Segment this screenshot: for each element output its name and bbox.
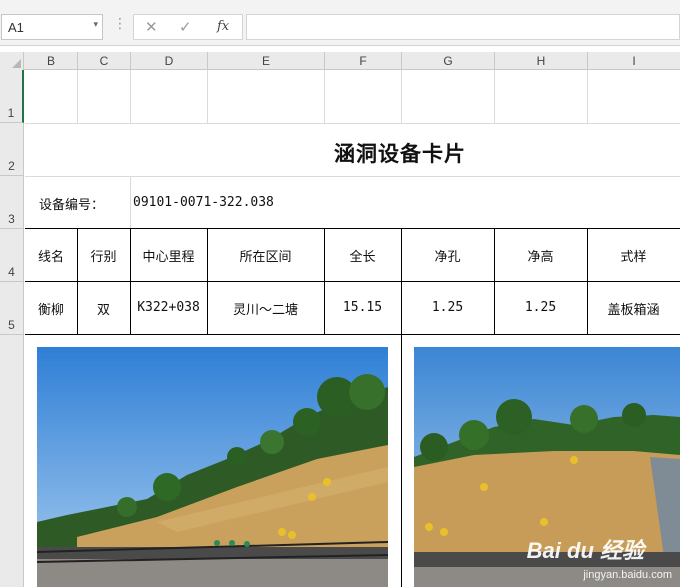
row-header-5[interactable]: 5 xyxy=(0,282,24,335)
column-header-e[interactable]: E xyxy=(208,52,325,70)
culvert-photo-2[interactable]: Bai du 经验 jingyan.baidu.com xyxy=(414,347,680,587)
gridline xyxy=(401,70,402,123)
column-header-row: B C D E F G H I xyxy=(0,52,680,70)
table-value-cell: 灵川～二塘 xyxy=(232,303,298,318)
row-header-6[interactable] xyxy=(0,335,24,587)
table-header-cell: 式样 xyxy=(620,250,647,265)
row-header-2[interactable]: 2 xyxy=(0,123,24,176)
column-header-b[interactable]: B xyxy=(25,52,78,70)
card-title: 涵洞设备卡片 xyxy=(334,142,466,166)
cancel-icon[interactable]: ✕ xyxy=(145,18,158,36)
table-header-cell: 中心里程 xyxy=(142,250,195,265)
gridline xyxy=(587,70,588,123)
culvert-photo-1-image xyxy=(37,347,388,587)
table-header-cell: 线名 xyxy=(37,250,64,265)
table-border xyxy=(494,228,495,334)
formula-buttons: ✕ ✓ fx xyxy=(133,14,243,40)
column-header-f[interactable]: F xyxy=(325,52,402,70)
table-header-cell: 行别 xyxy=(90,250,117,265)
watermark-url: jingyan.baidu.com xyxy=(583,569,672,581)
gridline xyxy=(130,176,131,229)
table-value-cell: 15.15 xyxy=(342,300,383,315)
row-header-3-label: 3 xyxy=(8,212,15,226)
table-value-cell: K322+038 xyxy=(137,300,200,315)
row-header-4-label: 4 xyxy=(8,265,15,279)
formula-input[interactable] xyxy=(246,14,680,40)
table-header-cell: 净高 xyxy=(527,250,554,265)
device-number-label: 设备编号： xyxy=(39,198,105,213)
row-header-1[interactable]: 1 xyxy=(0,70,24,123)
table-border xyxy=(77,228,78,334)
table-border-top xyxy=(25,228,680,229)
name-box[interactable]: A1 ▾ xyxy=(1,14,103,40)
gridline xyxy=(207,70,208,123)
table-border xyxy=(401,228,402,334)
more-vertical-icon[interactable]: ⋮ xyxy=(113,17,127,31)
column-header-i[interactable]: I xyxy=(588,52,680,70)
culvert-photo-1[interactable] xyxy=(37,347,388,587)
column-header-c[interactable]: C xyxy=(78,52,131,70)
select-all-button[interactable] xyxy=(0,52,24,70)
enter-icon[interactable]: ✓ xyxy=(179,18,192,36)
insert-function-icon[interactable]: fx xyxy=(217,19,229,34)
table-border xyxy=(587,228,588,334)
chevron-down-icon[interactable]: ▾ xyxy=(93,20,98,30)
row-header-3[interactable]: 3 xyxy=(0,176,24,229)
watermark-logo: Bai du 经验 xyxy=(526,538,644,563)
gridline xyxy=(494,70,495,123)
row-header-4[interactable]: 4 xyxy=(0,229,24,282)
gridline xyxy=(25,176,680,177)
formula-bar: A1 ▾ ⋮ ✕ ✓ fx xyxy=(0,0,680,46)
table-border xyxy=(324,228,325,334)
sheet-grid[interactable]: 涵洞设备卡片 设备编号： 09101-0071-322.038 线名 行别 中心… xyxy=(25,70,680,587)
row-header-2-label: 2 xyxy=(8,159,15,173)
photo-divider xyxy=(401,334,402,587)
table-value-cell: 双 xyxy=(96,303,110,318)
table-header-cell: 净孔 xyxy=(434,250,461,265)
table-border-bottom xyxy=(25,334,680,335)
table-header-cell: 全长 xyxy=(349,250,376,265)
gridline xyxy=(25,123,680,124)
name-box-value: A1 xyxy=(8,20,24,35)
gridline xyxy=(77,70,78,123)
row-header-1-label: 1 xyxy=(7,106,15,120)
table-value-cell: 1.25 xyxy=(431,300,464,315)
select-all-icon xyxy=(12,59,21,68)
column-header-d[interactable]: D xyxy=(131,52,208,70)
table-border-middle xyxy=(25,281,680,282)
gridline xyxy=(324,70,325,123)
gridline xyxy=(130,70,131,123)
table-value-cell: 盖板箱涵 xyxy=(607,303,660,318)
table-header-cell: 所在区间 xyxy=(239,250,292,265)
row-header-5-label: 5 xyxy=(8,318,15,332)
device-number-value: 09101-0071-322.038 xyxy=(133,195,274,210)
table-value-cell: 1.25 xyxy=(524,300,557,315)
column-header-g[interactable]: G xyxy=(402,52,495,70)
table-border xyxy=(207,228,208,334)
column-header-h[interactable]: H xyxy=(495,52,588,70)
table-value-cell: 衡柳 xyxy=(37,303,64,318)
table-border xyxy=(130,228,131,334)
